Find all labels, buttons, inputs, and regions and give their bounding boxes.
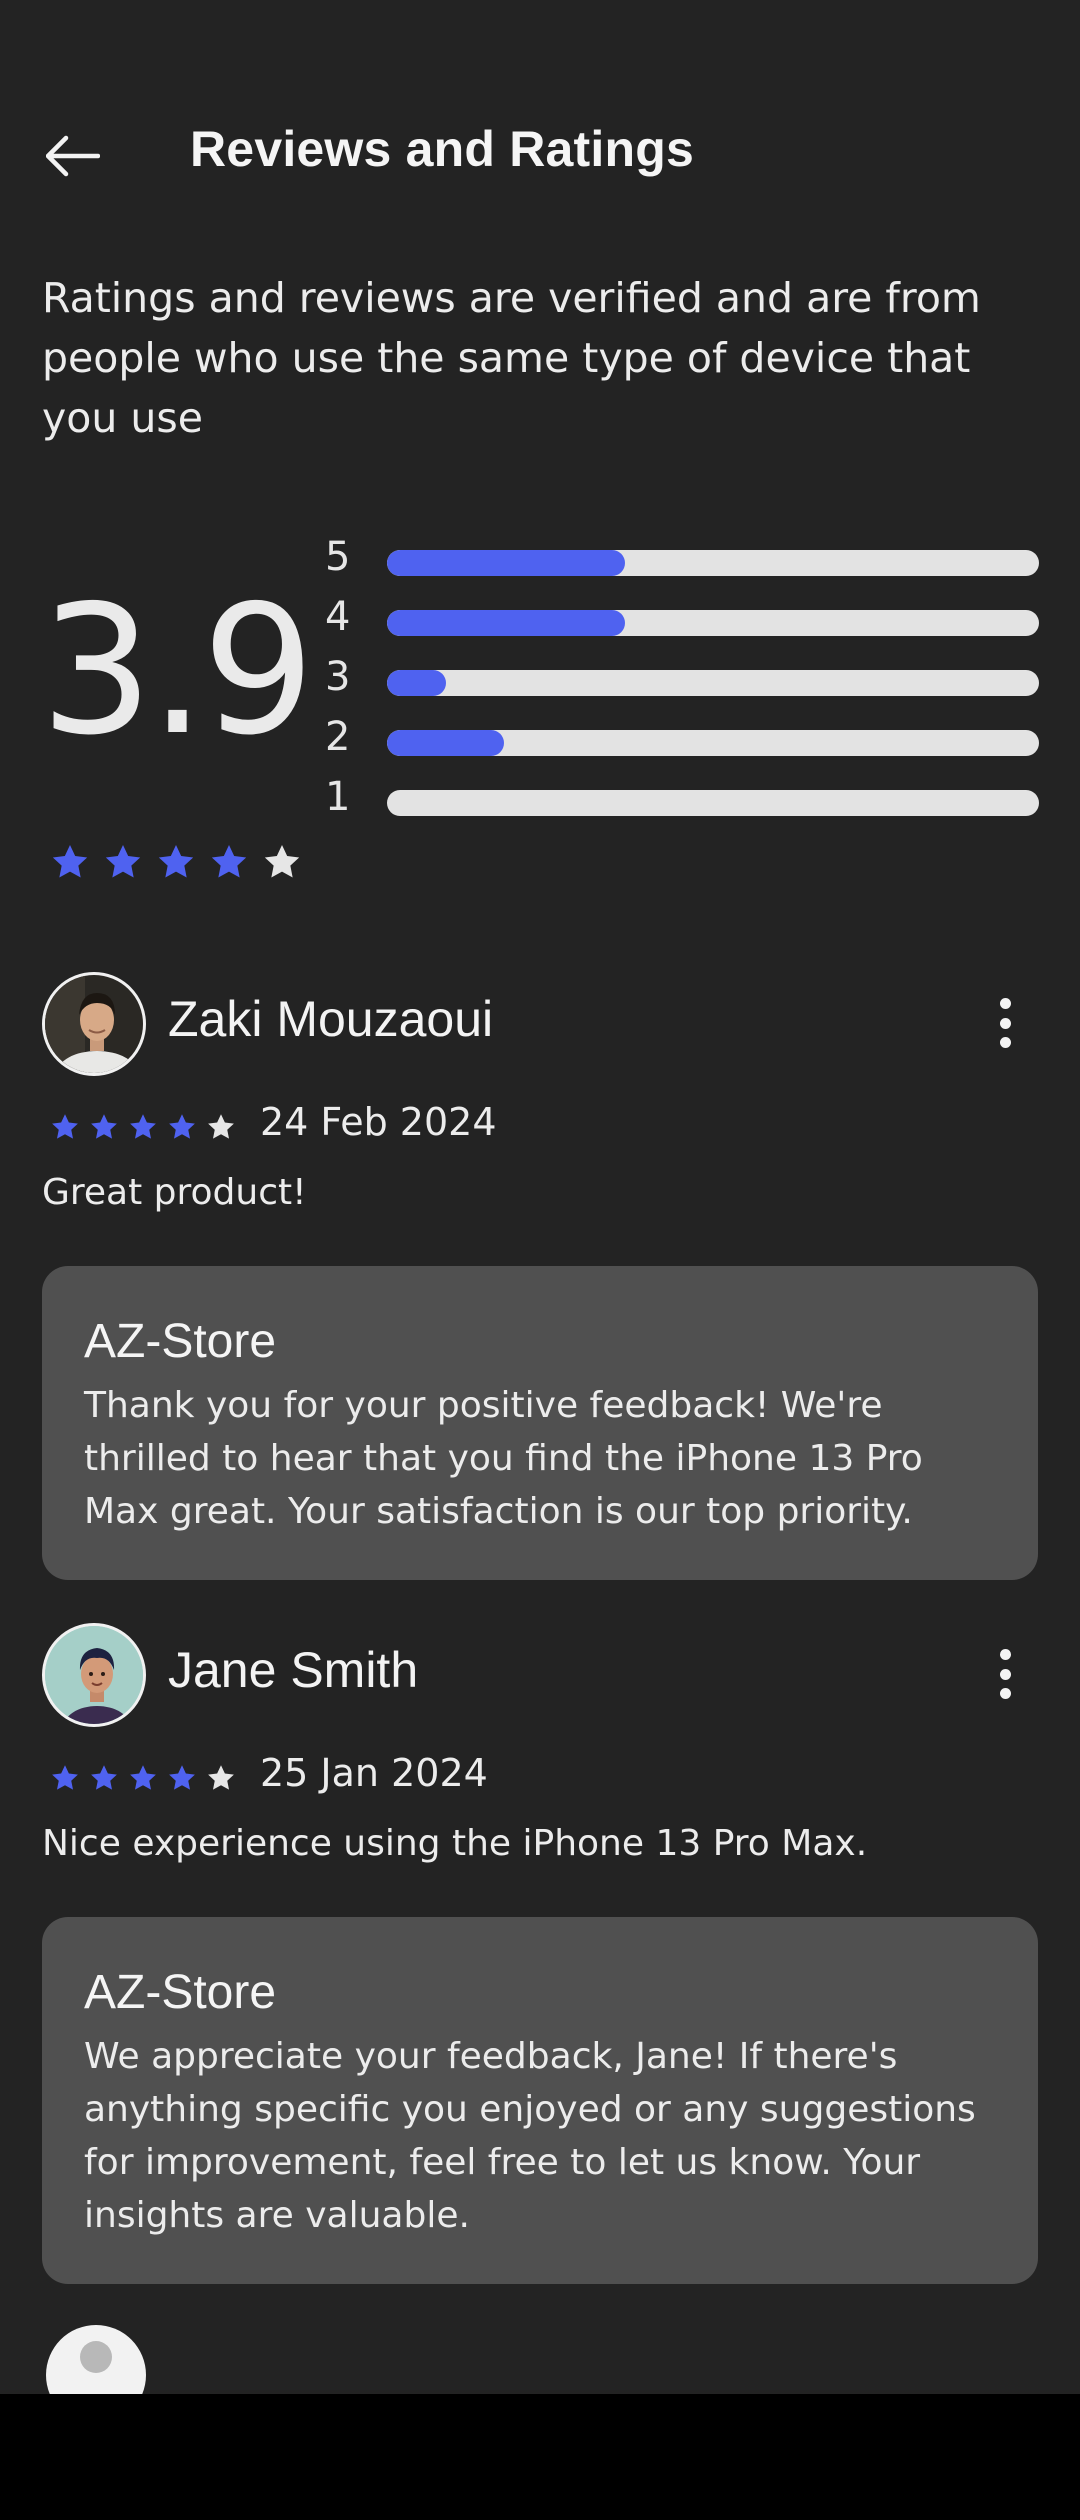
user-avatar-illustration	[45, 1626, 143, 1724]
top-app-bar: Reviews and Ratings	[0, 110, 1080, 200]
average-rating-stars	[50, 842, 302, 882]
review-date: 24 Feb 2024	[260, 1100, 497, 1144]
reviewer-name: Zaki Mouzaoui	[168, 991, 494, 1047]
star-filled-icon	[91, 1114, 117, 1139]
star-filled-icon	[91, 1765, 117, 1790]
avatar[interactable]	[46, 2325, 146, 2394]
rating-bar-track	[387, 610, 1039, 636]
reply-text: Thank you for your positive feedback! We…	[84, 1385, 923, 1532]
star-filled-icon	[52, 845, 88, 878]
star-empty-icon	[208, 1765, 234, 1790]
rating-bar-row: 1	[325, 770, 1040, 830]
rating-bar-track	[387, 670, 1039, 696]
more-options-button[interactable]	[980, 998, 1030, 1048]
rating-bar-track	[387, 550, 1039, 576]
star-filled-icon	[52, 1114, 78, 1139]
more-options-button[interactable]	[980, 1649, 1030, 1699]
more-vert-icon	[999, 998, 1011, 1009]
review-stars	[50, 1112, 236, 1142]
verification-notice: Ratings and reviews are verified and are…	[42, 274, 981, 442]
rating-bar-track	[387, 730, 1039, 756]
system-navigation-bar	[0, 2394, 1080, 2520]
reply-author: AZ-Store	[84, 1966, 277, 2019]
star-filled-icon	[105, 845, 141, 878]
star-filled-icon	[169, 1765, 195, 1790]
reviews-screen: Reviews and Ratings Ratings and reviews …	[0, 0, 1080, 2394]
rating-bar-fill	[387, 550, 625, 576]
rating-summary: 3.9 5 4 3 2 1	[0, 530, 1080, 900]
star-filled-icon	[52, 1765, 78, 1790]
review-date: 25 Jan 2024	[260, 1751, 488, 1795]
rating-bar-fill	[387, 610, 625, 636]
store-reply: AZ-Store We appreciate your feedback, Ja…	[42, 1917, 1038, 2284]
more-vert-icon	[999, 1649, 1011, 1660]
arrow-left-icon	[46, 135, 100, 177]
star-filled-icon	[158, 845, 194, 878]
user-placeholder-icon	[80, 2341, 112, 2373]
rating-bar-row: 3	[325, 650, 1040, 710]
rating-bar-row: 5	[325, 530, 1040, 590]
reply-author: AZ-Store	[84, 1315, 277, 1368]
avatar[interactable]	[42, 1623, 146, 1727]
page-title: Reviews and Ratings	[190, 121, 694, 177]
rating-bar-label: 2	[325, 714, 351, 760]
reviewer-name: Jane Smith	[168, 1642, 419, 1698]
rating-distribution: 5 4 3 2 1	[325, 530, 1040, 830]
store-reply: AZ-Store Thank you for your positive fee…	[42, 1266, 1038, 1580]
rating-bar-row: 2	[325, 710, 1040, 770]
star-empty-icon	[264, 845, 300, 878]
rating-bar-label: 4	[325, 594, 351, 640]
review-text: Great product!	[42, 1172, 307, 1213]
user-photo	[45, 975, 143, 1073]
back-button[interactable]	[36, 128, 110, 184]
average-rating: 3.9	[40, 567, 315, 774]
avatar[interactable]	[42, 972, 146, 1076]
review-stars	[50, 1763, 236, 1793]
rating-bar-row: 4	[325, 590, 1040, 650]
reply-text: We appreciate your feedback, Jane! If th…	[84, 2036, 976, 2236]
review-text: Nice experience using the iPhone 13 Pro …	[42, 1823, 868, 1864]
star-empty-icon	[208, 1114, 234, 1139]
star-filled-icon	[211, 845, 247, 878]
rating-bar-label: 3	[325, 654, 351, 700]
star-filled-icon	[169, 1114, 195, 1139]
rating-bar-track	[387, 790, 1039, 816]
star-filled-icon	[130, 1765, 156, 1790]
rating-bar-label: 5	[325, 534, 351, 580]
rating-bar-fill	[387, 730, 505, 756]
rating-bar-fill	[387, 670, 446, 696]
rating-bar-label: 1	[325, 774, 351, 820]
star-filled-icon	[130, 1114, 156, 1139]
